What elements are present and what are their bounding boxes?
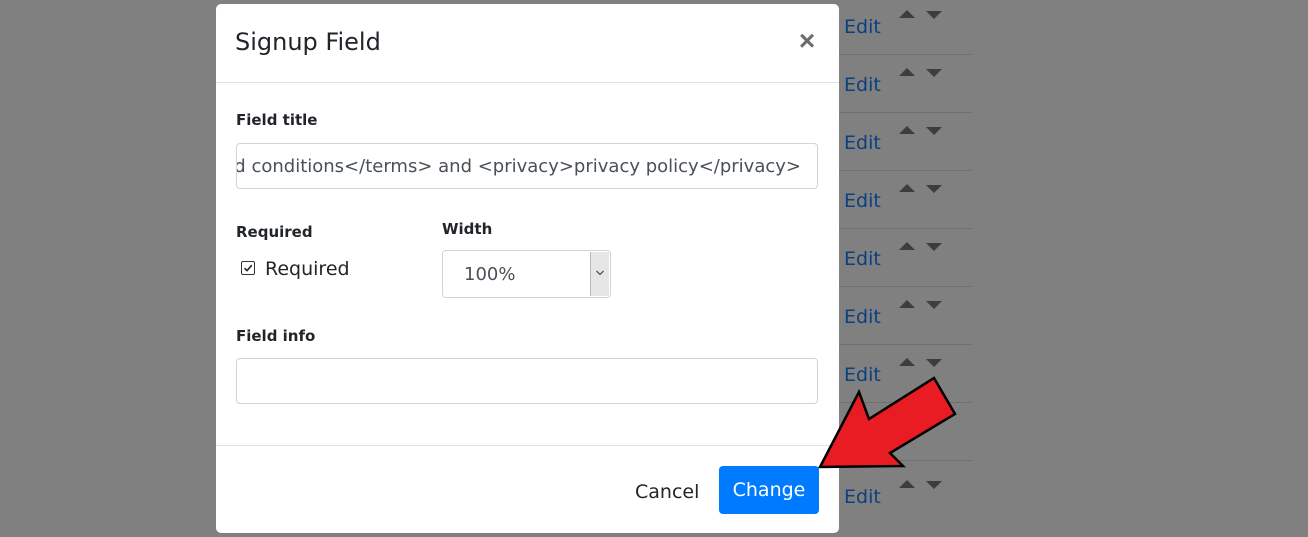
signup-field-modal: Signup Field × Field title d conditions<… bbox=[216, 4, 839, 533]
field-title-label: Field title bbox=[236, 111, 318, 129]
move-down-icon[interactable] bbox=[926, 301, 942, 309]
edit-link[interactable]: Edit bbox=[844, 248, 881, 270]
checkmark-icon bbox=[243, 264, 253, 272]
required-label: Required bbox=[236, 223, 313, 241]
modal-header: Signup Field × bbox=[216, 4, 839, 83]
field-title-value: d conditions</terms> and <privacy>privac… bbox=[236, 156, 801, 177]
move-up-icon[interactable] bbox=[899, 358, 915, 366]
close-icon[interactable]: × bbox=[795, 27, 819, 55]
list-row: Edit bbox=[838, 170, 972, 229]
field-info-input[interactable] bbox=[236, 358, 818, 404]
move-down-icon[interactable] bbox=[926, 11, 942, 19]
move-down-icon[interactable] bbox=[926, 185, 942, 193]
change-button[interactable]: Change bbox=[719, 466, 819, 514]
red-arrow-icon bbox=[817, 376, 957, 469]
edit-link[interactable]: Edit bbox=[844, 306, 881, 328]
chevron-down-icon bbox=[596, 270, 604, 276]
required-checkbox[interactable] bbox=[241, 261, 255, 275]
list-row: Edit bbox=[838, 228, 972, 287]
move-down-icon[interactable] bbox=[926, 69, 942, 77]
move-up-icon[interactable] bbox=[899, 68, 915, 76]
move-up-icon[interactable] bbox=[899, 242, 915, 250]
move-up-icon[interactable] bbox=[899, 300, 915, 308]
move-down-icon[interactable] bbox=[926, 127, 942, 135]
edit-link[interactable]: Edit bbox=[844, 16, 881, 38]
list-row: Edit bbox=[838, 0, 972, 55]
modal-footer: Cancel Change bbox=[216, 445, 839, 533]
required-checkbox-label[interactable]: Required bbox=[265, 258, 350, 280]
field-info-label: Field info bbox=[236, 327, 316, 345]
modal-title: Signup Field bbox=[235, 28, 381, 56]
width-select-value: 100% bbox=[464, 264, 516, 285]
select-dropdown-button[interactable] bbox=[590, 252, 609, 296]
list-row: Edit bbox=[838, 54, 972, 113]
width-select[interactable]: 100% bbox=[442, 250, 611, 298]
cancel-button[interactable]: Cancel bbox=[635, 481, 699, 503]
field-title-input[interactable]: d conditions</terms> and <privacy>privac… bbox=[236, 143, 818, 189]
list-row: Edit bbox=[838, 112, 972, 171]
list-row: Edit bbox=[838, 286, 972, 345]
edit-link[interactable]: Edit bbox=[844, 74, 881, 96]
move-down-icon[interactable] bbox=[926, 359, 942, 367]
width-label: Width bbox=[442, 220, 493, 238]
edit-link[interactable]: Edit bbox=[844, 132, 881, 154]
move-up-icon[interactable] bbox=[899, 10, 915, 18]
move-down-icon[interactable] bbox=[926, 243, 942, 251]
move-up-icon[interactable] bbox=[899, 184, 915, 192]
move-up-icon[interactable] bbox=[899, 126, 915, 134]
edit-link[interactable]: Edit bbox=[844, 190, 881, 212]
